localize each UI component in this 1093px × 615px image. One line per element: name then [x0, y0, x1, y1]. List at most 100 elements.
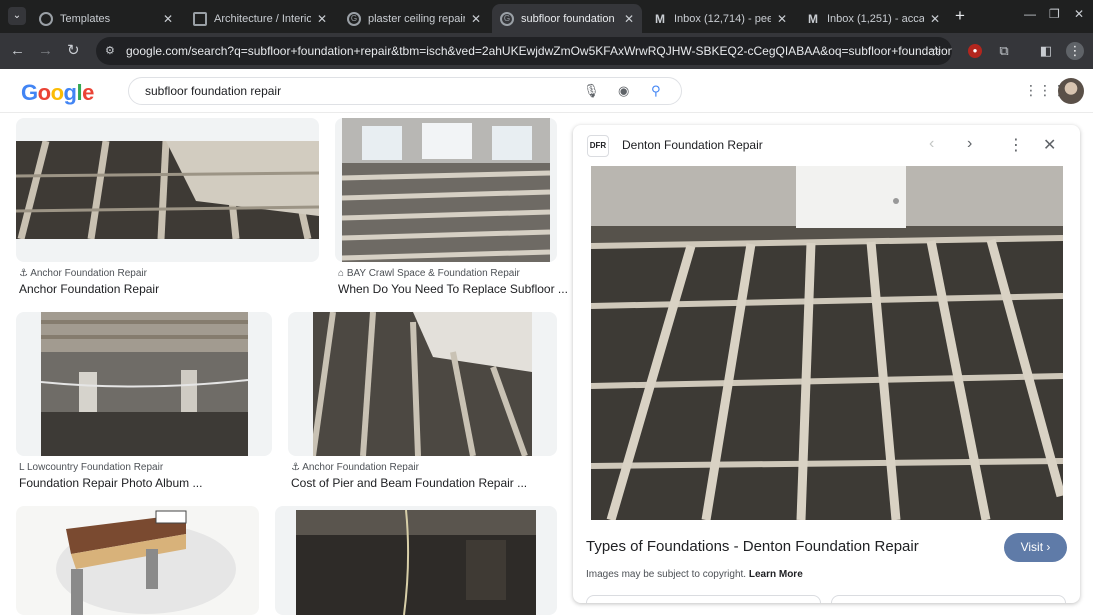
tab-title: Templates [60, 12, 111, 25]
google-logo[interactable]: Google [21, 80, 94, 106]
avatar[interactable] [1058, 78, 1084, 104]
learn-more-link[interactable]: Learn More [749, 569, 803, 580]
result-source[interactable]: ⚓ Anchor Foundation Repair [19, 268, 147, 279]
google-icon: G [500, 11, 514, 26]
extensions-puzzle-icon[interactable]: ⧉ [995, 42, 1013, 60]
site-info-icon[interactable]: ⚙ [105, 37, 115, 65]
copyright-text: Images may be subject to copyright. [586, 569, 747, 580]
previous-icon[interactable]: ‹ [929, 135, 934, 153]
anchor-icon: ⚓ [291, 462, 303, 473]
panel-site-name[interactable]: Denton Foundation Repair [622, 138, 763, 152]
image-result[interactable] [275, 506, 557, 615]
tab-architecture[interactable]: Architecture / Interior D ✕ [185, 4, 335, 33]
result-thumbnail[interactable] [288, 312, 557, 456]
related-chip[interactable] [831, 595, 1066, 603]
pier-beam-image [313, 312, 532, 456]
bay-icon: ⌂ [338, 268, 347, 279]
tab-title: subfloor foundation re [521, 12, 618, 25]
gmail-icon: M [808, 11, 818, 26]
crawlspace-image [41, 312, 248, 456]
address-url: google.com/search?q=subfloor+foundation+… [126, 44, 952, 58]
back-icon[interactable]: ← [10, 42, 25, 60]
close-icon[interactable]: ✕ [930, 12, 940, 26]
close-icon[interactable]: ✕ [317, 12, 327, 26]
source-name: Anchor Foundation Repair [30, 268, 147, 279]
l-icon: L [19, 462, 27, 473]
result-source[interactable]: ⌂ BAY Crawl Space & Foundation Repair [338, 268, 520, 279]
menu-kebab-icon[interactable]: ⋮ [1066, 42, 1084, 60]
doc-icon [193, 11, 207, 26]
source-name: BAY Crawl Space & Foundation Repair [346, 268, 520, 279]
tab-templates[interactable]: Templates ✕ [31, 4, 181, 33]
panel-title[interactable]: Types of Foundations - Denton Foundation… [586, 538, 919, 555]
preview-image[interactable]: ⊡ [591, 166, 1063, 520]
image-result[interactable]: ⚓ Anchor Foundation Repair Anchor Founda… [16, 118, 319, 298]
preview-joists-image [591, 166, 1063, 520]
tab-inbox-1[interactable]: M Inbox (12,714) - peere ✕ [645, 4, 795, 33]
subfloor-joists-image [16, 141, 319, 239]
next-icon[interactable]: › [967, 135, 972, 153]
tab-title: Architecture / Interior D [214, 12, 311, 25]
result-source[interactable]: L Lowcountry Foundation Repair [19, 462, 163, 473]
google-header: Google subfloor foundation repair 🎙 ◉ ⚲ … [0, 69, 1093, 113]
image-result[interactable]: L Lowcountry Foundation Repair Foundatio… [16, 312, 272, 492]
more-options-icon[interactable]: ⋮ [1008, 135, 1024, 155]
search-box[interactable]: subfloor foundation repair 🎙 ◉ ⚲ [128, 77, 682, 105]
site-favicon[interactable]: DFR [587, 135, 609, 157]
anchor-icon: ⚓ [19, 268, 31, 279]
restore-icon[interactable]: ❐ [1049, 7, 1060, 21]
result-thumbnail[interactable] [16, 506, 259, 615]
tab-search-button[interactable]: ⌄ [8, 7, 26, 25]
tab-title: Inbox (12,714) - peere [674, 12, 771, 25]
result-thumbnail[interactable] [275, 506, 557, 615]
browser-toolbar: ← → ↻ ⚙ google.com/search?q=subfloor+fou… [0, 33, 1093, 69]
foundation-diagram-image [56, 510, 236, 615]
tab-strip: ⌄ Templates ✕ Architecture / Interior D … [0, 0, 1093, 33]
visit-button[interactable]: Visit › [1004, 533, 1067, 562]
image-result[interactable] [16, 506, 259, 615]
reload-icon[interactable]: ↻ [67, 42, 80, 60]
result-caption[interactable]: When Do You Need To Replace Subfloor ... [338, 282, 568, 296]
result-caption[interactable]: Foundation Repair Photo Album ... [19, 476, 202, 490]
globe-icon [39, 11, 53, 26]
minimize-icon[interactable]: — [1024, 7, 1036, 21]
related-chip[interactable] [586, 595, 821, 603]
image-result[interactable]: ⌂ BAY Crawl Space & Foundation Repair Wh… [335, 118, 568, 298]
address-bar[interactable]: ⚙ google.com/search?q=subfloor+foundatio… [96, 37, 952, 65]
close-icon[interactable]: ✕ [777, 12, 787, 26]
new-tab-button[interactable]: + [955, 7, 965, 25]
copyright-notice: Images may be subject to copyright. Lear… [586, 569, 803, 580]
tab-subfloor[interactable]: G subfloor foundation re ✕ [492, 4, 642, 33]
image-results: ⚓ Anchor Foundation Repair Anchor Founda… [0, 113, 568, 615]
image-result[interactable]: ⚓ Anchor Foundation Repair Cost of Pier … [288, 312, 557, 492]
close-icon[interactable]: ✕ [471, 12, 481, 26]
result-thumbnail[interactable] [335, 118, 557, 262]
close-icon[interactable]: ✕ [624, 12, 634, 26]
result-thumbnail[interactable] [16, 118, 319, 262]
source-name: Anchor Foundation Repair [302, 462, 419, 473]
lens-camera-icon[interactable]: ◉ [618, 78, 629, 104]
result-thumbnail[interactable] [16, 312, 272, 456]
extension-icon[interactable]: ● [968, 44, 982, 58]
result-source[interactable]: ⚓ Anchor Foundation Repair [291, 462, 419, 473]
close-panel-icon[interactable]: ✕ [1043, 135, 1056, 155]
image-preview-panel: DFR Denton Foundation Repair ‹ › ⋮ ✕ Typ… [573, 125, 1080, 603]
source-name: Lowcountry Foundation Repair [26, 462, 164, 473]
side-panel-icon[interactable]: ◧ [1037, 42, 1055, 60]
dark-crawlspace-image [296, 510, 536, 615]
visit-label: Visit [1020, 540, 1044, 554]
tab-title: Inbox (1,251) - accanc [827, 12, 924, 25]
close-icon[interactable]: ✕ [163, 12, 173, 26]
window-close-icon[interactable]: ✕ [1074, 7, 1084, 21]
search-icon[interactable]: ⚲ [651, 78, 661, 104]
bookmark-star-icon[interactable]: ☆ [929, 37, 942, 65]
tab-inbox-2[interactable]: M Inbox (1,251) - accanc ✕ [798, 4, 948, 33]
search-input[interactable]: subfloor foundation repair [145, 84, 281, 98]
result-caption[interactable]: Anchor Foundation Repair [19, 282, 159, 296]
forward-icon[interactable]: → [38, 42, 53, 60]
result-caption[interactable]: Cost of Pier and Beam Foundation Repair … [291, 476, 527, 490]
tab-plaster[interactable]: G plaster ceiling repair w ✕ [339, 4, 489, 33]
microphone-icon[interactable]: 🎙 [583, 78, 600, 104]
tab-title: plaster ceiling repair w [368, 12, 465, 25]
room-joists-image [342, 118, 550, 262]
